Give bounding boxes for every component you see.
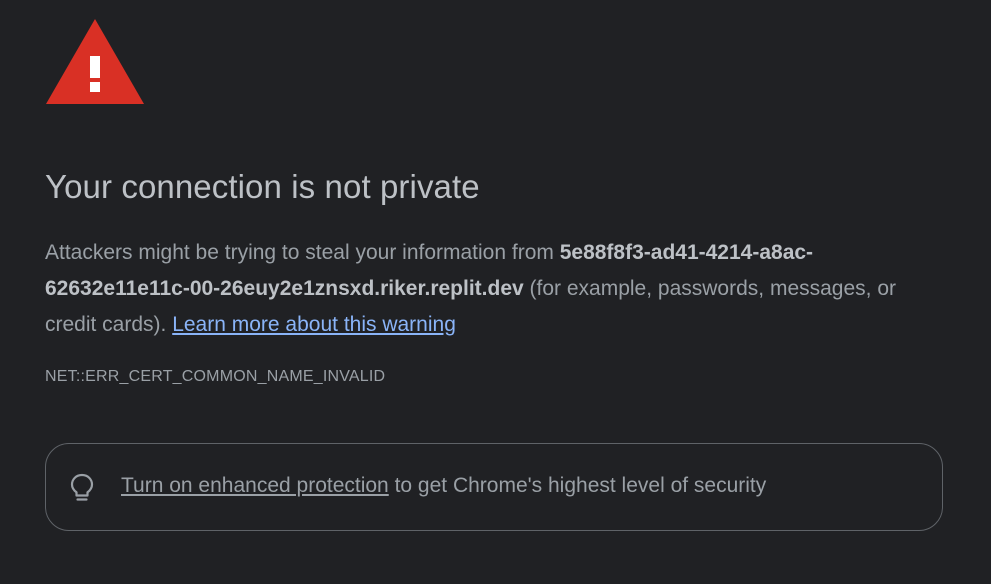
enhanced-protection-link[interactable]: Turn on enhanced protection [121, 474, 389, 497]
page-title: Your connection is not private [45, 168, 480, 205]
message-prefix: Attackers might be trying to steal your … [45, 241, 560, 264]
warning-message: Attackers might be trying to steal your … [45, 235, 935, 343]
learn-more-link[interactable]: Learn more about this warning [172, 313, 456, 336]
error-code: NET::ERR_CERT_COMMON_NAME_INVALID [45, 368, 386, 385]
enhanced-protection-message: Turn on enhanced protection to get Chrom… [121, 474, 766, 498]
lightbulb-icon [69, 473, 95, 503]
enhanced-protection-promo: Turn on enhanced protection to get Chrom… [45, 443, 943, 531]
warning-triangle-icon [45, 18, 145, 106]
enhanced-protection-text: to get Chrome's highest level of securit… [388, 474, 767, 497]
host-name-part-1: 5e88f8f3-ad41-4214-a8ac- [559, 241, 814, 264]
host-name-part-2: 62632e11e11c-00-26euy2e1znsxd.riker.repl… [45, 277, 524, 300]
